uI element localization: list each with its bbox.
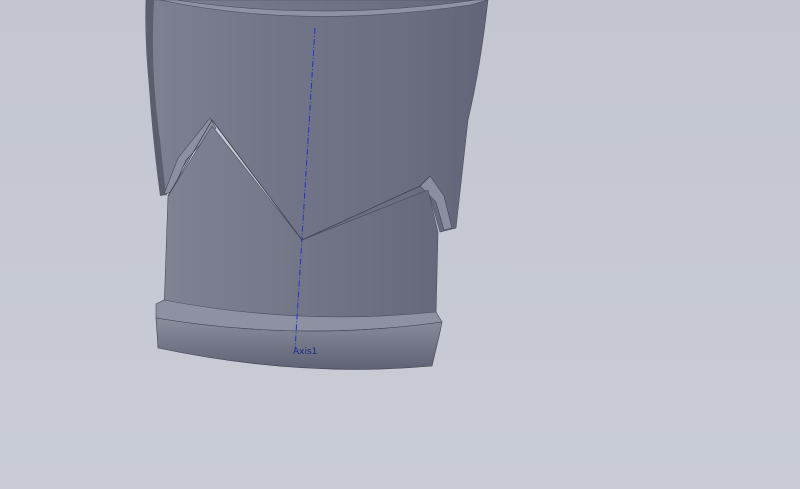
graphics-viewport[interactable]: Axis1: [0, 0, 800, 489]
model-canvas[interactable]: Axis1: [0, 0, 800, 489]
axis-label[interactable]: Axis1: [293, 347, 317, 357]
